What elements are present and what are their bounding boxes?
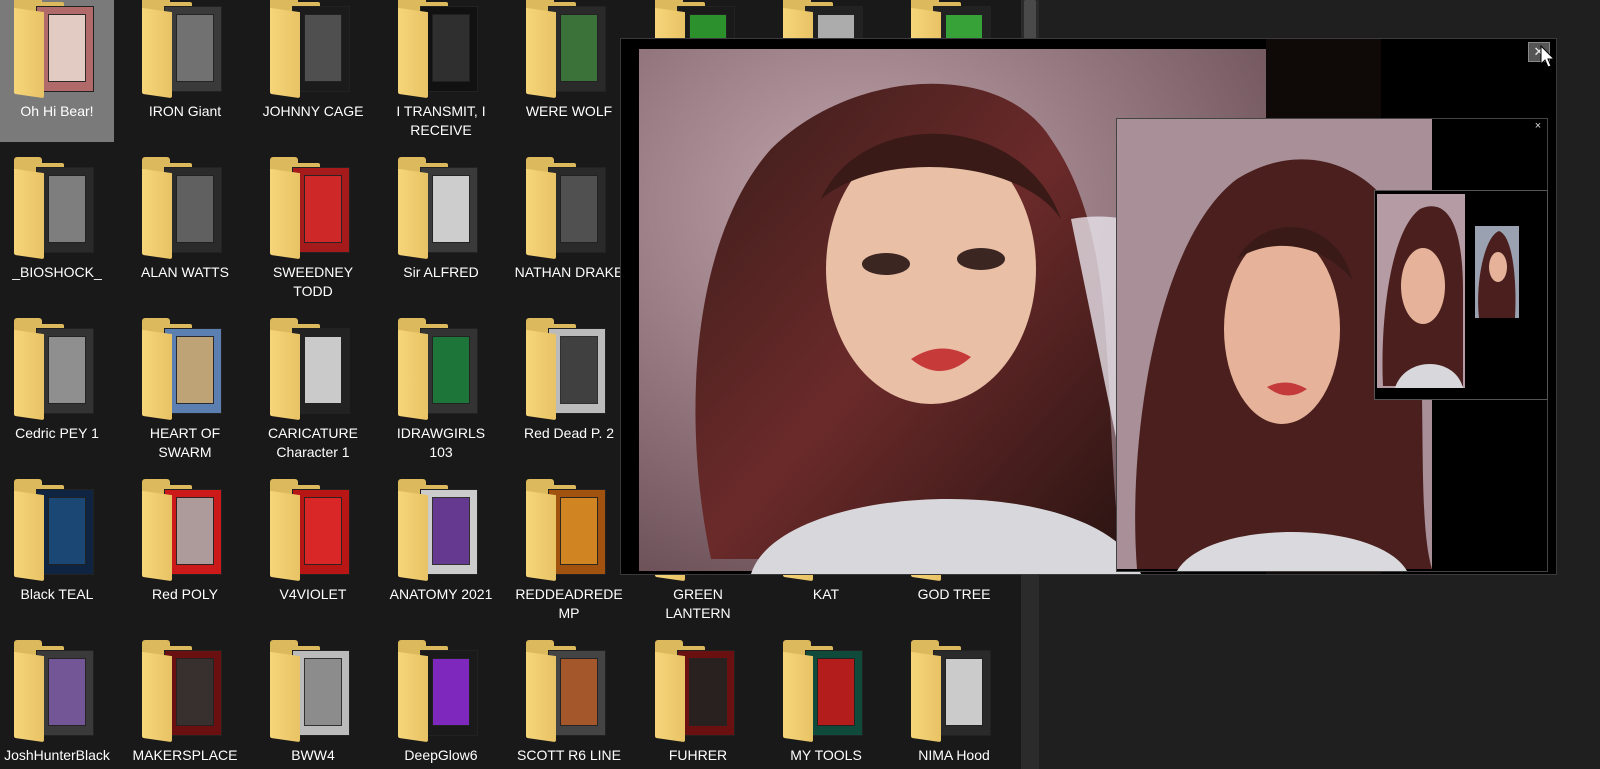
- folder-icon: [270, 479, 352, 583]
- folder-label: SWEEDNEY TODD: [272, 264, 354, 299]
- folder-item[interactable]: HEART OF SWARM: [128, 318, 242, 472]
- folder-label: _BIOSHOCK_: [12, 264, 102, 280]
- folder-icon: [14, 640, 96, 744]
- folder-item[interactable]: Red Dead P. 2: [512, 318, 626, 472]
- folder-label: DeepGlow6: [404, 747, 478, 763]
- folder-label: Sir ALFRED: [403, 264, 479, 280]
- folder-label: GREEN LANTERN: [665, 586, 731, 621]
- folder-label: FUHRER CATSLE: [668, 747, 728, 769]
- folder-label: IRON Giant: [148, 103, 222, 119]
- folder-label: GOD TREE: [917, 586, 991, 602]
- folder-icon: [398, 318, 480, 422]
- folder-icon: [142, 318, 224, 422]
- folder-icon: [526, 479, 608, 583]
- close-icon[interactable]: ×: [1531, 119, 1545, 133]
- folder-item[interactable]: I TRANSMIT, I RECEIVE: [384, 0, 498, 142]
- folder-label: ALAN WATTS: [141, 264, 229, 280]
- mouse-pointer-icon: [1540, 45, 1556, 68]
- folder-item[interactable]: NATHAN DRAKE: [512, 157, 626, 311]
- folder-icon: [142, 157, 224, 261]
- folder-icon: [911, 640, 993, 744]
- folder-icon: [398, 479, 480, 583]
- folder-item[interactable]: JoshHunterBlack: [0, 640, 114, 769]
- folder-label: KAT: [812, 586, 840, 602]
- folder-label: ANATOMY 2021: [389, 586, 493, 602]
- folder-label: MAKERSPLACE: [132, 747, 238, 763]
- folder-label: V4VIOLET: [279, 586, 347, 602]
- folder-item[interactable]: MY TOOLS: [769, 640, 883, 769]
- folder-icon: [14, 0, 96, 100]
- folder-label: NATHAN DRAKE: [514, 264, 624, 280]
- folder-icon: [526, 0, 608, 100]
- folder-item[interactable]: DeepGlow6: [384, 640, 498, 769]
- folder-icon: [270, 318, 352, 422]
- folder-label: Cedric PEY 1: [15, 425, 99, 441]
- folder-icon: [14, 318, 96, 422]
- folder-label: JoshHunterBlack: [4, 747, 110, 763]
- folder-icon: [142, 479, 224, 583]
- folder-label: I TRANSMIT, I RECEIVE: [396, 103, 486, 138]
- folder-item[interactable]: ANATOMY 2021: [384, 479, 498, 633]
- folder-icon: [142, 0, 224, 100]
- folder-icon: [270, 157, 352, 261]
- folder-label: SCOTT R6 LINE: [517, 747, 621, 763]
- folder-item[interactable]: MAKERSPLACE: [128, 640, 242, 769]
- folder-icon: [14, 157, 96, 261]
- folder-item[interactable]: REDDEADREDE MP: [512, 479, 626, 633]
- folder-item[interactable]: Cedric PEY 1: [0, 318, 114, 472]
- folder-item[interactable]: BWW4: [256, 640, 370, 769]
- image-viewer-window-thumbnail[interactable]: [1374, 190, 1548, 400]
- folder-icon: [398, 640, 480, 744]
- folder-label: Red POLY: [152, 586, 218, 602]
- folder-item[interactable]: Red POLY: [128, 479, 242, 633]
- folder-label: REDDEADREDE MP: [515, 586, 623, 621]
- folder-icon: [398, 157, 480, 261]
- folder-label: BWW4: [291, 747, 335, 763]
- folder-icon: [655, 640, 737, 744]
- folder-item[interactable]: CARICATURE Character 1: [256, 318, 370, 472]
- folder-icon: [526, 640, 608, 744]
- folder-item[interactable]: IDRAWGIRLS 103: [384, 318, 498, 472]
- folder-item[interactable]: SCOTT R6 LINE: [512, 640, 626, 769]
- folder-icon: [14, 479, 96, 583]
- folder-item[interactable]: V4VIOLET: [256, 479, 370, 633]
- folder-icon: [270, 0, 352, 100]
- folder-label: NIMA Hood: [918, 747, 990, 763]
- folder-item[interactable]: FUHRER CATSLE: [641, 640, 755, 769]
- folder-label: CARICATURE Character 1: [268, 425, 358, 460]
- folder-label: Oh Hi Bear!: [20, 103, 94, 119]
- folder-label: WERE WOLF: [525, 103, 613, 119]
- folder-label: HEART OF SWARM: [149, 425, 221, 460]
- folder-item[interactable]: _BIOSHOCK_: [0, 157, 114, 311]
- folder-label: Black TEAL: [20, 586, 94, 602]
- folder-item[interactable]: JOHNNY CAGE: [256, 0, 370, 142]
- folder-item[interactable]: NIMA Hood: [897, 640, 1011, 769]
- folder-item[interactable]: ALAN WATTS: [128, 157, 242, 311]
- folder-label: JOHNNY CAGE: [262, 103, 364, 119]
- folder-icon: [270, 640, 352, 744]
- folder-icon: [142, 640, 224, 744]
- folder-label: MY TOOLS: [790, 747, 862, 763]
- folder-label: Red Dead P. 2: [523, 425, 615, 441]
- folder-item[interactable]: Black TEAL: [0, 479, 114, 633]
- folder-item[interactable]: WERE WOLF: [512, 0, 626, 142]
- folder-item[interactable]: IRON Giant: [128, 0, 242, 142]
- folder-item[interactable]: SWEEDNEY TODD: [256, 157, 370, 311]
- folder-label: IDRAWGIRLS 103: [396, 425, 486, 460]
- folder-icon: [783, 640, 865, 744]
- folder-icon: [526, 157, 608, 261]
- folder-item[interactable]: Oh Hi Bear!: [0, 0, 114, 142]
- folder-item[interactable]: Sir ALFRED: [384, 157, 498, 311]
- folder-icon: [398, 0, 480, 100]
- portrait-artwork-thumbnail: [1375, 191, 1547, 399]
- folder-icon: [526, 318, 608, 422]
